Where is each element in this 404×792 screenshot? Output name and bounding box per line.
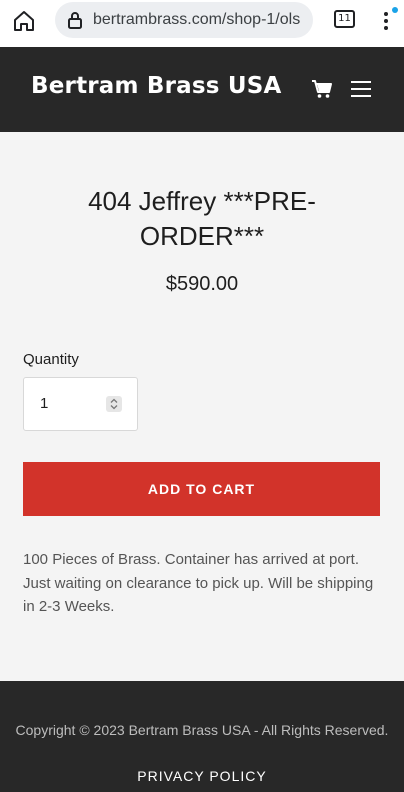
copyright-text: Copyright © 2023 Bertram Brass USA - All…	[15, 722, 389, 738]
more-options-icon[interactable]	[378, 6, 394, 34]
url-text: bertrambrass.com/shop-1/ols	[93, 11, 301, 28]
product-description: 100 Pieces of Brass. Container has arriv…	[23, 551, 374, 615]
quantity-label: Quantity	[23, 351, 79, 368]
product-price: $590.00	[165, 273, 239, 295]
site-header: Bertram Brass USA	[0, 47, 404, 132]
quantity-stepper[interactable]: 1	[23, 377, 138, 431]
browser-toolbar: bertrambrass.com/shop-1/ols 11	[0, 0, 404, 47]
site-footer: Copyright © 2023 Bertram Brass USA - All…	[0, 681, 404, 792]
spinner-arrows-icon[interactable]	[106, 396, 122, 412]
privacy-policy-link[interactable]: PRIVACY POLICY	[0, 768, 404, 784]
product-title: 404 Jeffrey ***PRE-ORDER***	[88, 186, 316, 251]
product-section: 404 Jeffrey ***PRE-ORDER*** $590.00 Quan…	[0, 132, 404, 681]
quantity-value: 1	[40, 395, 49, 412]
hamburger-menu-icon[interactable]	[351, 81, 371, 97]
cart-icon[interactable]	[311, 79, 333, 99]
lock-icon	[65, 10, 85, 30]
add-to-cart-button[interactable]: ADD TO CART	[23, 462, 380, 516]
address-bar[interactable]: bertrambrass.com/shop-1/ols	[55, 2, 313, 38]
home-icon[interactable]	[11, 8, 37, 34]
tab-switcher-button[interactable]: 11	[334, 10, 355, 28]
site-logo[interactable]: Bertram Brass USA	[31, 73, 282, 99]
